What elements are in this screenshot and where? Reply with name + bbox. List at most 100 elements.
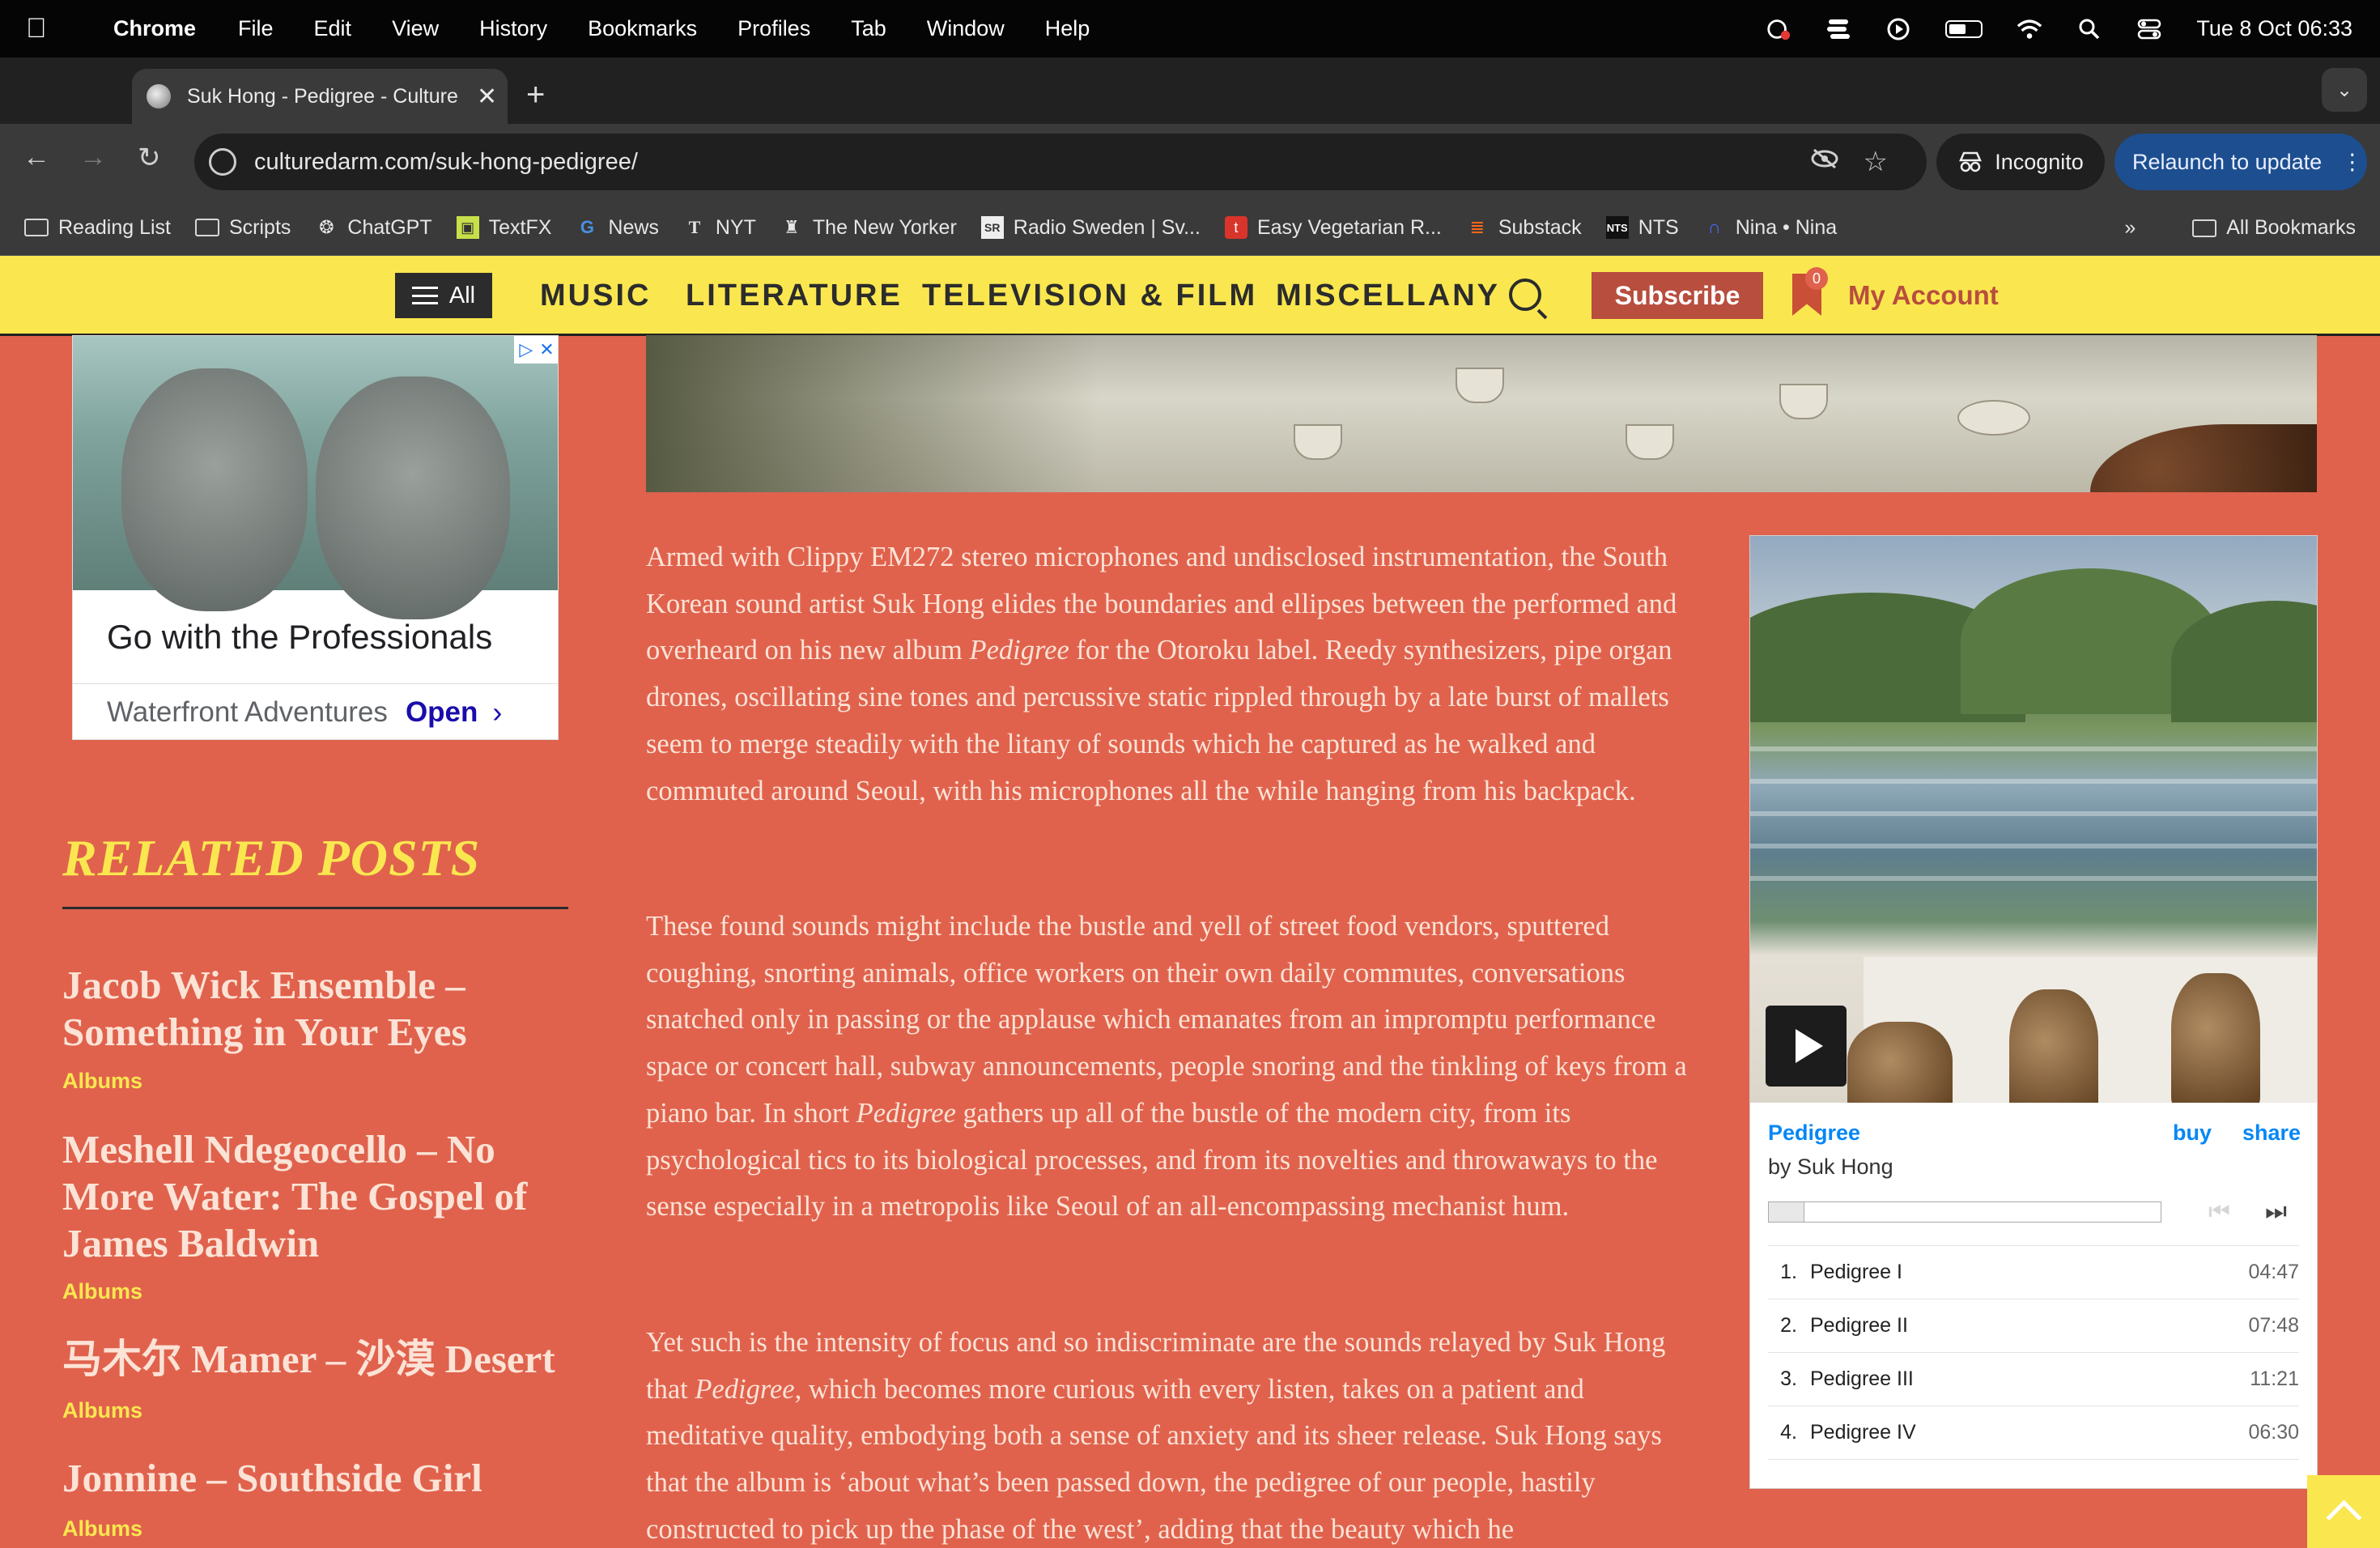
macos-menu-bar:  Chrome File Edit View History Bookmark…	[0, 0, 2380, 57]
nav-miscellany[interactable]: MISCELLANY	[1276, 279, 1500, 313]
player-buy-link[interactable]: buy	[2173, 1121, 2212, 1146]
nina-icon: ∩	[1707, 217, 1721, 237]
bookmark-reading-list[interactable]: Reading List	[24, 216, 171, 240]
related-post-title[interactable]: Meshell Ndegeocello – No More Water: The…	[62, 1126, 580, 1267]
track-row[interactable]: 2. Pedigree II 07:48	[1768, 1299, 2299, 1353]
tab-title: Suk Hong - Pedigree - Culture Dar	[187, 84, 462, 108]
progress-handle[interactable]	[1769, 1202, 1804, 1222]
menu-view[interactable]: View	[392, 16, 439, 41]
subscribe-button[interactable]: Subscribe	[1592, 272, 1763, 319]
bookmark-easy-vegetarian[interactable]: t Easy Vegetarian R...	[1224, 216, 1442, 240]
menu-help[interactable]: Help	[1045, 16, 1090, 41]
related-post-category[interactable]: Albums	[62, 1398, 142, 1423]
textfx-icon: ▣	[456, 216, 479, 239]
control-center-icon[interactable]	[2136, 16, 2162, 42]
bookmark-chatgpt[interactable]: ❂ ChatGPT	[315, 216, 431, 240]
tracking-protection-eye-icon[interactable]	[1810, 147, 1839, 176]
bookmark-substack[interactable]: ≣ Substack	[1466, 216, 1582, 240]
back-arrow-icon[interactable]: ←	[23, 142, 50, 173]
incognito-badge[interactable]: Incognito	[1936, 134, 2105, 190]
bookmark-nyt[interactable]: T NYT	[683, 216, 756, 240]
active-tab[interactable]: Suk Hong - Pedigree - Culture Dar ✕	[132, 69, 508, 124]
stack-icon[interactable]	[1825, 16, 1851, 42]
related-post-category[interactable]: Albums	[62, 1279, 142, 1304]
tab-search-chevron-icon[interactable]: ⌄	[2322, 68, 2367, 112]
apple-logo-icon[interactable]: 	[26, 13, 68, 45]
relaunch-to-update-button[interactable]: Relaunch to update ⋮	[2114, 134, 2367, 190]
bookmark-new-yorker[interactable]: ♜ The New Yorker	[780, 216, 957, 240]
related-post-title[interactable]: 马木尔 Mamer – 沙漠 Desert	[62, 1336, 580, 1383]
site-info-icon[interactable]	[209, 148, 236, 176]
bookmark-scripts[interactable]: Scripts	[194, 216, 291, 240]
paddy-line	[1750, 876, 2317, 881]
related-post-category[interactable]: Albums	[62, 1069, 142, 1094]
creative-cloud-icon[interactable]	[1766, 16, 1791, 42]
clock[interactable]: Tue 8 Oct 06:33	[2196, 16, 2352, 41]
nav-literature[interactable]: LITERATURE	[686, 279, 903, 313]
bookmark-nts[interactable]: NTS NTS	[1605, 216, 1679, 240]
chevron-right-icon: ›	[492, 695, 503, 729]
bookmark-news[interactable]: G News	[576, 216, 659, 240]
tab-close-icon[interactable]: ✕	[477, 83, 497, 111]
related-posts-heading: RELATED POSTS	[62, 829, 481, 887]
menu-file[interactable]: File	[238, 16, 274, 41]
menu-window[interactable]: Window	[927, 16, 1005, 41]
menu-profiles[interactable]: Profiles	[737, 16, 810, 41]
relaunch-label: Relaunch to update	[2132, 149, 2323, 174]
track-row[interactable]: 4. Pedigree IV 06:30	[1768, 1406, 2299, 1460]
player-progress-bar[interactable]	[1768, 1201, 2161, 1223]
ad-footer[interactable]: Waterfront Adventures Open ›	[73, 684, 558, 739]
nav-music[interactable]: MUSIC	[540, 279, 651, 313]
player-share-link[interactable]: share	[2242, 1121, 2301, 1146]
menu-edit[interactable]: Edit	[314, 16, 352, 41]
menu-history[interactable]: History	[479, 16, 547, 41]
related-post-title[interactable]: Jacob Wick Ensemble – Something in Your …	[62, 962, 580, 1056]
adchoices-icon[interactable]: ▷ ✕	[514, 336, 558, 364]
kebab-menu-icon[interactable]: ⋮	[2341, 150, 2363, 175]
next-track-icon[interactable]: ⏭	[2265, 1198, 2287, 1226]
all-menu-button[interactable]: All	[395, 273, 492, 318]
all-bookmarks-button[interactable]: All Bookmarks	[2192, 216, 2356, 240]
reload-icon[interactable]: ↻	[138, 142, 161, 174]
url-text[interactable]: culturedarm.com/suk-hong-pedigree/	[254, 149, 638, 176]
paddy-line	[1750, 844, 2317, 848]
advertisement[interactable]: ▷ ✕ Go with the Professionals Waterfront …	[72, 335, 559, 740]
media-play-icon[interactable]	[1885, 16, 1911, 42]
substack-icon: ≣	[1469, 217, 1485, 237]
bookmark-label: TextFX	[488, 215, 552, 239]
related-post-category[interactable]: Albums	[62, 1516, 142, 1542]
play-icon[interactable]	[1766, 1006, 1847, 1087]
wifi-icon[interactable]	[2017, 16, 2042, 42]
new-tab-button[interactable]: +	[526, 77, 545, 113]
ad-headline[interactable]: Go with the Professionals	[73, 590, 558, 684]
my-account-link[interactable]: My Account	[1848, 280, 1999, 311]
folder-icon	[194, 219, 219, 236]
sr-icon: SR	[980, 216, 1004, 239]
bookmark-nina[interactable]: ∩ Nina • Nina	[1703, 216, 1837, 240]
bookmark-textfx[interactable]: ▣ TextFX	[456, 215, 552, 240]
spotlight-search-icon[interactable]	[2076, 16, 2102, 42]
bookmark-star-icon[interactable]: ☆	[1864, 146, 1888, 178]
player-album-title[interactable]: Pedigree	[1768, 1121, 1860, 1146]
related-post-title[interactable]: Jonnine – Southside Girl	[62, 1455, 580, 1502]
nav-television-film[interactable]: TELEVISION & FILM	[922, 279, 1257, 313]
forward-arrow-icon[interactable]: →	[79, 142, 107, 173]
bookmarks-bar: Reading List Scripts ❂ ChatGPT ▣ TextFX GN…	[0, 200, 2380, 256]
track-row[interactable]: 3. Pedigree III 11:21	[1768, 1353, 2299, 1406]
player-artist[interactable]: by Suk Hong	[1768, 1155, 1893, 1180]
address-bar[interactable]: culturedarm.com/suk-hong-pedigree/ ☆	[194, 134, 1927, 190]
track-row[interactable]: 1. Pedigree I 04:47	[1768, 1246, 2299, 1299]
bookmark-radio-sweden[interactable]: SR Radio Sweden | Sv...	[980, 216, 1201, 240]
menu-app-name[interactable]: Chrome	[113, 16, 196, 41]
menu-bookmarks[interactable]: Bookmarks	[588, 16, 697, 41]
chair-shape	[2009, 989, 2098, 1103]
ad-open-button[interactable]: Open	[406, 696, 478, 729]
previous-track-icon[interactable]: ⏮	[2208, 1198, 2230, 1226]
battery-icon[interactable]	[1945, 19, 1983, 38]
more-bookmarks-chevron-icon[interactable]: »	[2124, 216, 2136, 240]
track-duration: 04:47	[2248, 1261, 2299, 1283]
track-duration: 06:30	[2248, 1421, 2299, 1444]
menu-tab[interactable]: Tab	[851, 16, 886, 41]
back-to-top-arrow-icon[interactable]	[2307, 1475, 2380, 1548]
search-icon[interactable]	[1509, 279, 1541, 311]
